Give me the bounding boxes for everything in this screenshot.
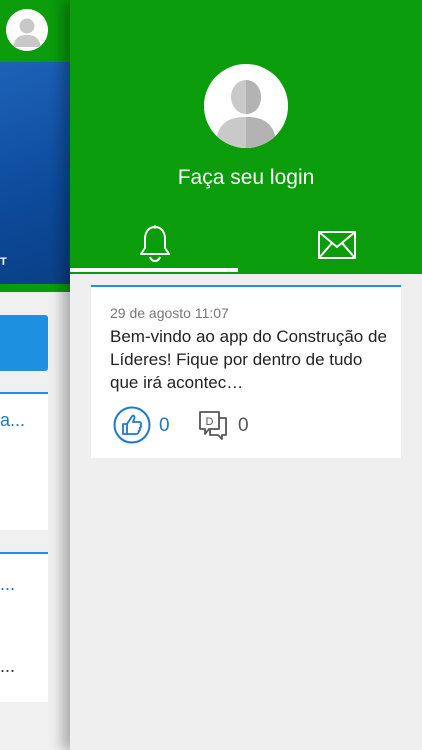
card-top-rule (0, 392, 48, 394)
notification-card[interactable]: 29 de agosto 11:07 Bem-vindo ao app do C… (91, 285, 401, 458)
background-card[interactable]: ... ... (0, 552, 48, 702)
card-top-rule (91, 285, 401, 287)
background-card-title: a... (0, 410, 26, 430)
background-screen: T a... ... ... (0, 0, 70, 750)
notification-text: Bem-vindo ao app do Construção de Lídere… (110, 327, 387, 392)
thumbs-up-icon (113, 406, 151, 444)
user-silhouette-icon (6, 9, 48, 51)
like-count: 0 (159, 415, 170, 436)
profile-avatar[interactable] (204, 64, 288, 148)
background-avatar[interactable] (6, 9, 48, 51)
comment-count: 0 (238, 415, 249, 436)
background-banner[interactable]: T (0, 62, 70, 284)
bell-icon (140, 225, 170, 263)
side-drawer: Faça seu login 29 de agosto 11:07 Bem-vi… (70, 0, 422, 750)
comment-button[interactable]: D (197, 409, 229, 441)
card-top-rule (0, 552, 48, 554)
drawer-header: Faça seu login (70, 0, 422, 274)
envelope-icon (318, 231, 356, 259)
notification-date: 29 de agosto 11:07 (110, 305, 229, 321)
background-card-title: ... (0, 574, 16, 594)
background-card[interactable]: a... (0, 392, 48, 530)
active-tab-indicator (70, 268, 238, 272)
background-top-bar (0, 0, 70, 62)
tab-messages[interactable] (246, 220, 422, 274)
user-silhouette-icon (204, 64, 288, 148)
background-divider (0, 284, 70, 292)
like-button[interactable] (113, 406, 151, 444)
tab-notifications[interactable] (70, 220, 246, 274)
background-card-text: ... (0, 656, 16, 676)
background-banner-text: T (0, 256, 7, 268)
background-button[interactable] (0, 315, 48, 371)
svg-text:D: D (206, 416, 214, 428)
comment-icon: D (199, 411, 227, 440)
login-link[interactable]: Faça seu login (70, 166, 422, 190)
